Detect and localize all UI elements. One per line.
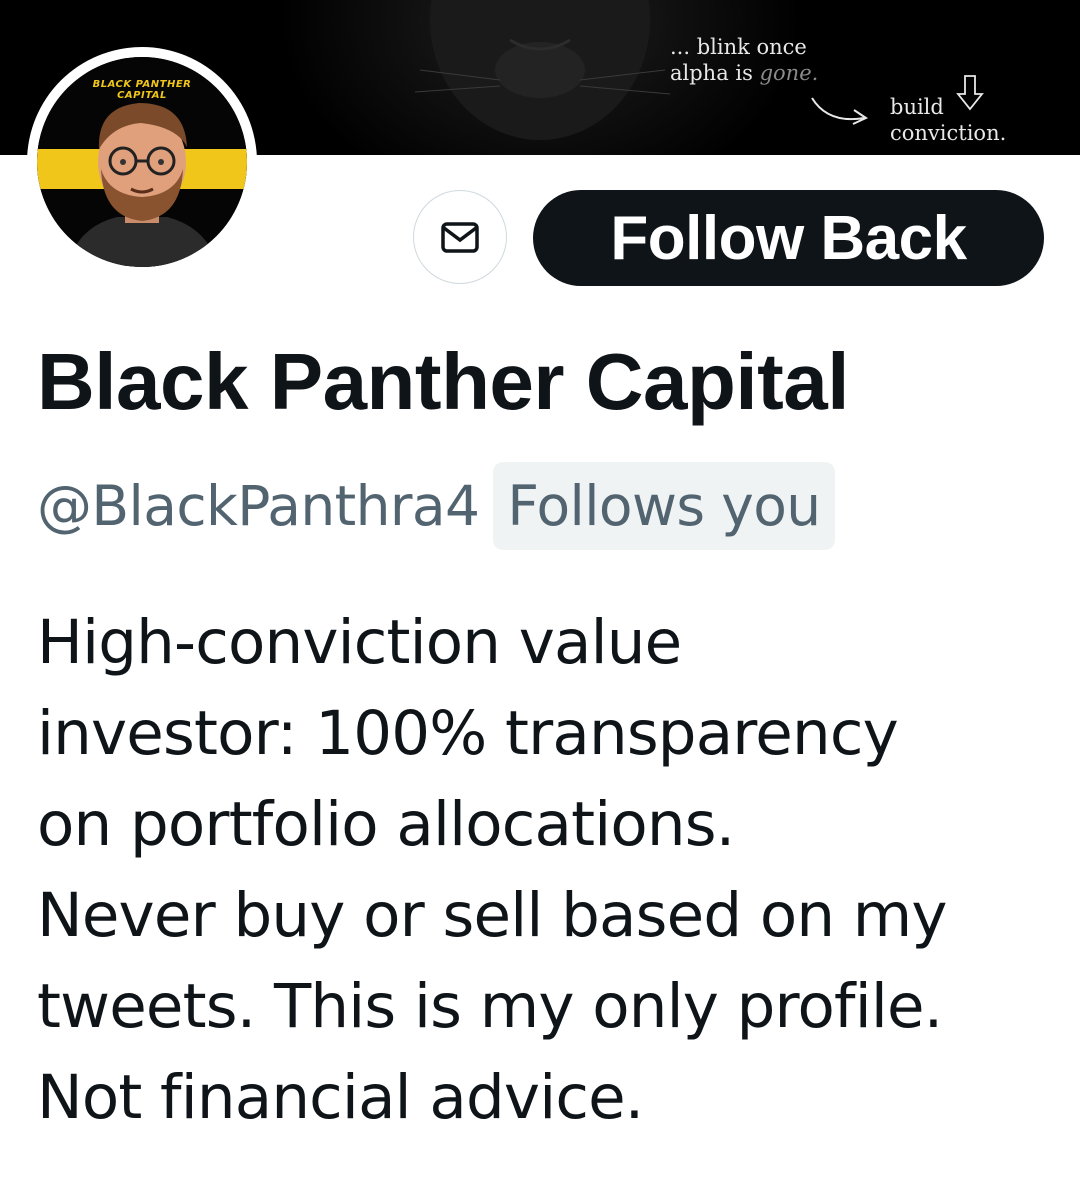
curved-arrow-icon	[811, 97, 869, 125]
handle-row: @BlackPanthra4 Follows you	[37, 462, 835, 550]
bio-line: investor: 100% transparency	[37, 698, 899, 769]
down-arrow-icon	[956, 75, 984, 111]
banner-line-4: conviction.	[890, 121, 1007, 145]
bio-line: Never buy or sell based on my	[37, 880, 948, 951]
avatar[interactable]: BLACK PANTHER CAPITAL	[37, 57, 247, 267]
bio-line: tweets. This is my only profile.	[37, 971, 943, 1042]
user-handle: @BlackPanthra4	[37, 474, 480, 538]
banner-tagline-2: build conviction.	[890, 94, 1006, 146]
bio-line: Not financial advice.	[37, 1062, 644, 1133]
message-button[interactable]	[413, 190, 507, 284]
avatar-logo: BLACK PANTHER CAPITAL	[37, 79, 247, 101]
follows-you-badge: Follows you	[493, 462, 835, 550]
profile-bio: High-conviction value investor: 100% tra…	[37, 597, 1067, 1143]
banner-line-3: build	[890, 95, 944, 119]
banner-line-1: ... blink once	[670, 35, 807, 59]
bio-line: High-conviction value	[37, 607, 682, 678]
envelope-icon	[441, 222, 479, 253]
banner-tagline-1: ... blink once alpha is gone.	[670, 34, 818, 86]
panther-face-image	[414, 0, 671, 140]
display-name: Black Panther Capital	[37, 337, 850, 426]
banner-line-2-prefix: alpha is	[670, 61, 760, 85]
banner-line-2-gone: gone.	[759, 61, 819, 85]
avatar-logo-line-1: BLACK PANTHER	[92, 79, 192, 90]
follow-back-button[interactable]: Follow Back	[533, 190, 1044, 286]
avatar-logo-line-2: CAPITAL	[117, 90, 167, 101]
bio-line: on portfolio allocations.	[37, 789, 735, 860]
